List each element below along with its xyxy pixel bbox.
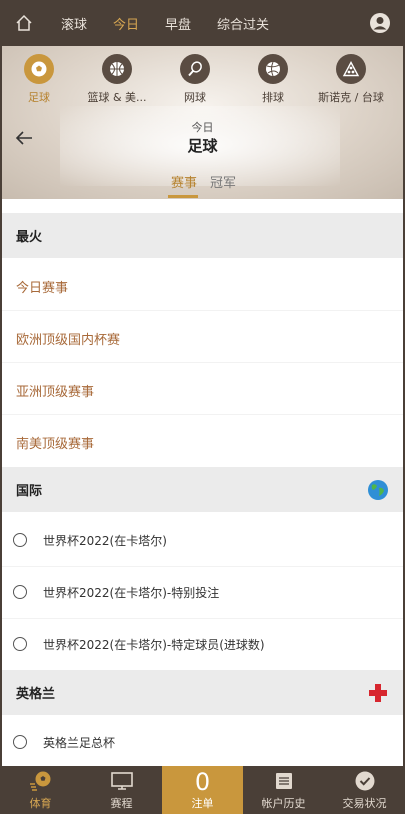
- sport-soccer[interactable]: 足球: [0, 54, 78, 110]
- list-item[interactable]: 英格兰足总杯: [2, 716, 403, 768]
- section-header-international: 国际: [2, 467, 403, 512]
- list-item[interactable]: 世界杯2022(在卡塔尔)-特定球员(进球数): [2, 618, 403, 670]
- sport-label: 足球: [28, 91, 50, 104]
- tab-live[interactable]: 滚球: [48, 0, 100, 46]
- divider: [2, 310, 403, 311]
- link-today-events[interactable]: 今日赛事: [16, 277, 68, 296]
- sport-tennis[interactable]: 网球: [156, 54, 234, 110]
- home-icon: [16, 14, 32, 31]
- user-icon[interactable]: [369, 12, 391, 34]
- betslip-count: 0: [194, 768, 211, 796]
- active-tab-indicator: [168, 195, 198, 198]
- nav-label: 交易状况: [342, 797, 387, 810]
- nav-label: 注单: [191, 797, 214, 810]
- sport-basketball[interactable]: 篮球 & 美...: [78, 54, 156, 110]
- section-header-hot: 最火: [2, 213, 403, 258]
- monitor-icon: [110, 769, 134, 793]
- divider: [2, 362, 403, 363]
- document-icon: [272, 769, 296, 793]
- radio-button[interactable]: [13, 533, 27, 547]
- link-south-america-top[interactable]: 南美顶级赛事: [16, 433, 94, 452]
- england-flag-icon: [369, 684, 387, 702]
- link-asia-top[interactable]: 亚洲顶级赛事: [16, 381, 94, 400]
- soccer-ball-icon: [29, 769, 53, 793]
- billiards-icon: [336, 54, 366, 84]
- divider: [2, 414, 403, 415]
- nav-sports[interactable]: 体育: [0, 766, 81, 814]
- basketball-icon: [102, 54, 132, 84]
- top-nav: 滚球 今日 早盘 综合过关: [0, 0, 405, 46]
- nav-account-history[interactable]: 帐户历史: [243, 766, 324, 814]
- radio-button[interactable]: [13, 637, 27, 651]
- page-title: 足球: [187, 137, 218, 155]
- tab-today[interactable]: 今日: [100, 0, 152, 46]
- section-title: 英格兰: [16, 687, 56, 702]
- soccer-ball-icon: [24, 54, 54, 84]
- nav-transaction-status[interactable]: 交易状况: [324, 766, 405, 814]
- section-header-england: 英格兰: [2, 670, 403, 715]
- volleyball-icon: [258, 54, 288, 84]
- sport-header: 足球 篮球 & 美... 网球 排球 斯诺克 / 台球 今日 足球 赛事 冠军: [0, 46, 405, 199]
- tab-parlay[interactable]: 综合过关: [204, 0, 282, 46]
- radio-button[interactable]: [13, 735, 27, 749]
- list-item[interactable]: 世界杯2022(在卡塔尔): [2, 514, 403, 566]
- nav-label: 帐户历史: [261, 797, 306, 810]
- link-europe-cups[interactable]: 欧洲顶级国内杯赛: [16, 329, 120, 348]
- nav-label: 赛程: [110, 797, 133, 810]
- list-item-label: 世界杯2022(在卡塔尔)-特别投注: [43, 585, 220, 600]
- sport-label: 排球: [262, 91, 284, 104]
- sport-label: 篮球 & 美...: [87, 91, 147, 104]
- radio-button[interactable]: [13, 585, 27, 599]
- nav-label: 体育: [29, 797, 52, 810]
- bottom-nav: 体育 赛程 0 注单 帐户历史 交易状况: [0, 766, 405, 814]
- globe-icon: [368, 480, 388, 500]
- page-subtitle: 今日: [191, 121, 214, 134]
- tab-events[interactable]: 赛事: [171, 172, 197, 191]
- list-item-label: 英格兰足总杯: [43, 735, 116, 750]
- nav-schedule[interactable]: 赛程: [81, 766, 162, 814]
- section-title: 国际: [16, 484, 43, 499]
- sport-volleyball[interactable]: 排球: [234, 54, 312, 110]
- nav-betslip[interactable]: 0 注单: [162, 766, 243, 814]
- sport-billiards[interactable]: 斯诺克 / 台球: [312, 54, 390, 110]
- home-button[interactable]: [0, 0, 48, 46]
- list-item[interactable]: 世界杯2022(在卡塔尔)-特别投注: [2, 566, 403, 618]
- sport-label: 斯诺克 / 台球: [318, 91, 384, 104]
- tab-early[interactable]: 早盘: [152, 0, 204, 46]
- sport-label: 网球: [184, 91, 206, 104]
- section-title: 最火: [16, 230, 43, 245]
- list-item-label: 世界杯2022(在卡塔尔)-特定球员(进球数): [43, 637, 265, 652]
- check-circle-icon: [353, 769, 377, 793]
- tennis-icon: [180, 54, 210, 84]
- tab-outrights[interactable]: 冠军: [210, 172, 236, 191]
- sport-selector: 足球 篮球 & 美... 网球 排球 斯诺克 / 台球: [0, 54, 405, 110]
- list-item-label: 世界杯2022(在卡塔尔): [43, 533, 167, 548]
